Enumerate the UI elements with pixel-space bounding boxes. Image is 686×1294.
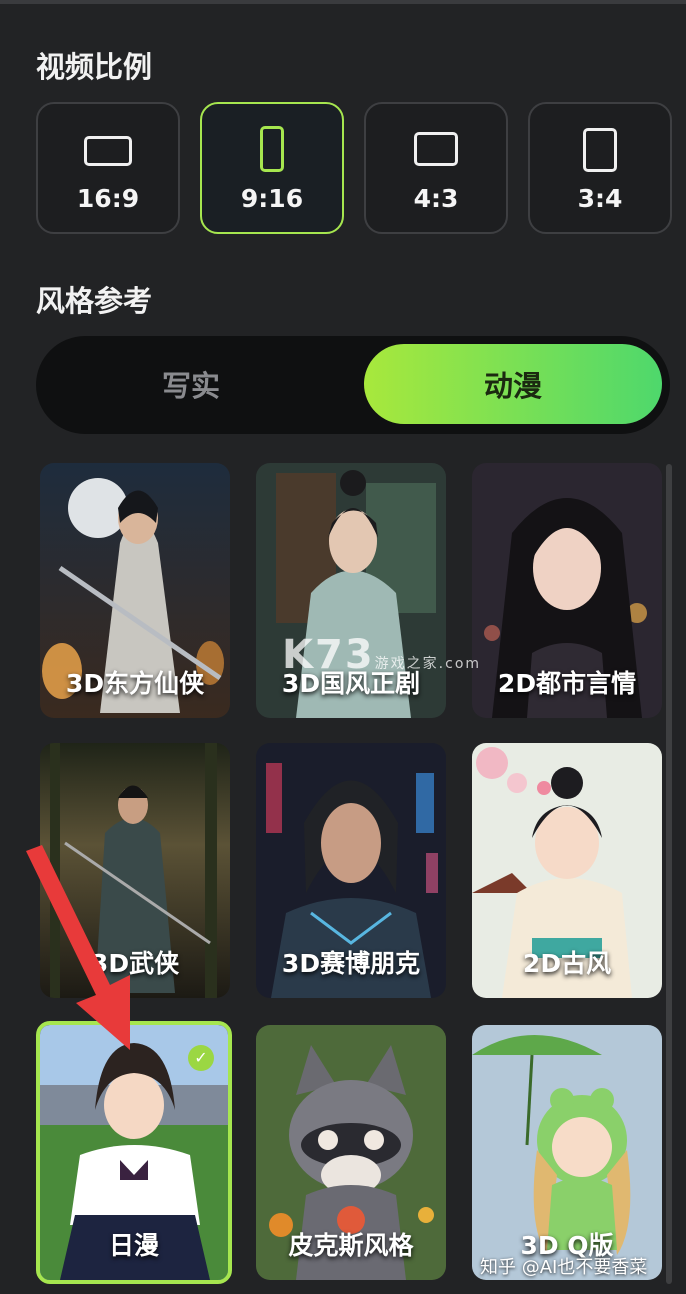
ratio-label: 16:9 <box>76 184 140 213</box>
style-reference-title: 风格参考 <box>36 284 153 318</box>
site-watermark-sub: 游戏之家 <box>374 656 439 672</box>
aspect-ratio-options: 16:9 9:16 4:3 3:4 <box>36 102 672 238</box>
portrait-rect-icon <box>260 126 284 172</box>
style-grid-scrollbar[interactable] <box>666 464 672 1284</box>
selected-check-icon: ✓ <box>188 1045 214 1071</box>
card-label: 3D赛博朋克 <box>281 949 421 978</box>
style-card-3d-xianxia[interactable]: 3D东方仙侠 <box>40 463 230 718</box>
style-card-2d-urban-romance[interactable]: 2D都市言情 <box>472 463 662 718</box>
tab-anime[interactable]: 动漫 <box>364 344 662 424</box>
ratio-option-9-16[interactable]: 9:16 <box>200 102 344 234</box>
style-card-3d-q-version[interactable]: 3D Q版 <box>472 1025 662 1280</box>
ratio-label: 9:16 <box>240 184 304 213</box>
aspect-ratio-title: 视频比例 <box>36 50 153 84</box>
ratio-option-16-9[interactable]: 16:9 <box>36 102 180 234</box>
ratio-label: 4:3 <box>413 184 459 213</box>
site-watermark-logo: K73 <box>282 632 375 678</box>
author-credit: 知乎 @AI也不要香菜 <box>480 1257 648 1278</box>
card-label: 3D东方仙侠 <box>65 669 205 698</box>
style-card-3d-guofeng[interactable]: 3D国风正剧 <box>256 463 446 718</box>
card-label: 日漫 <box>108 1231 159 1260</box>
portrait-rect-icon <box>583 128 617 172</box>
landscape-rect-icon <box>84 136 132 166</box>
red-arrow-annotation <box>26 845 130 1050</box>
card-label: 2D古风 <box>522 949 612 978</box>
style-card-2d-ancient[interactable]: 2D古风 <box>472 743 662 998</box>
style-card-3d-cyberpunk[interactable]: 3D赛博朋克 <box>256 743 446 998</box>
card-label: 2D都市言情 <box>497 669 637 698</box>
tab-realistic[interactable]: 写实 <box>42 344 340 424</box>
style-card-japanese-anime[interactable]: ✓ 日漫 <box>36 1021 232 1284</box>
landscape-rect-icon <box>414 132 458 166</box>
style-type-toggle: 写实 动漫 <box>36 336 670 434</box>
site-watermark-domain: .com <box>438 656 482 672</box>
top-divider <box>0 0 686 4</box>
style-card-pixar[interactable]: 皮克斯风格 <box>256 1025 446 1280</box>
site-watermark: K73游戏之家.com <box>282 632 481 678</box>
card-label: 皮克斯风格 <box>288 1231 414 1260</box>
ratio-option-3-4[interactable]: 3:4 <box>528 102 672 234</box>
ratio-option-4-3[interactable]: 4:3 <box>364 102 508 234</box>
ratio-label: 3:4 <box>577 184 623 213</box>
